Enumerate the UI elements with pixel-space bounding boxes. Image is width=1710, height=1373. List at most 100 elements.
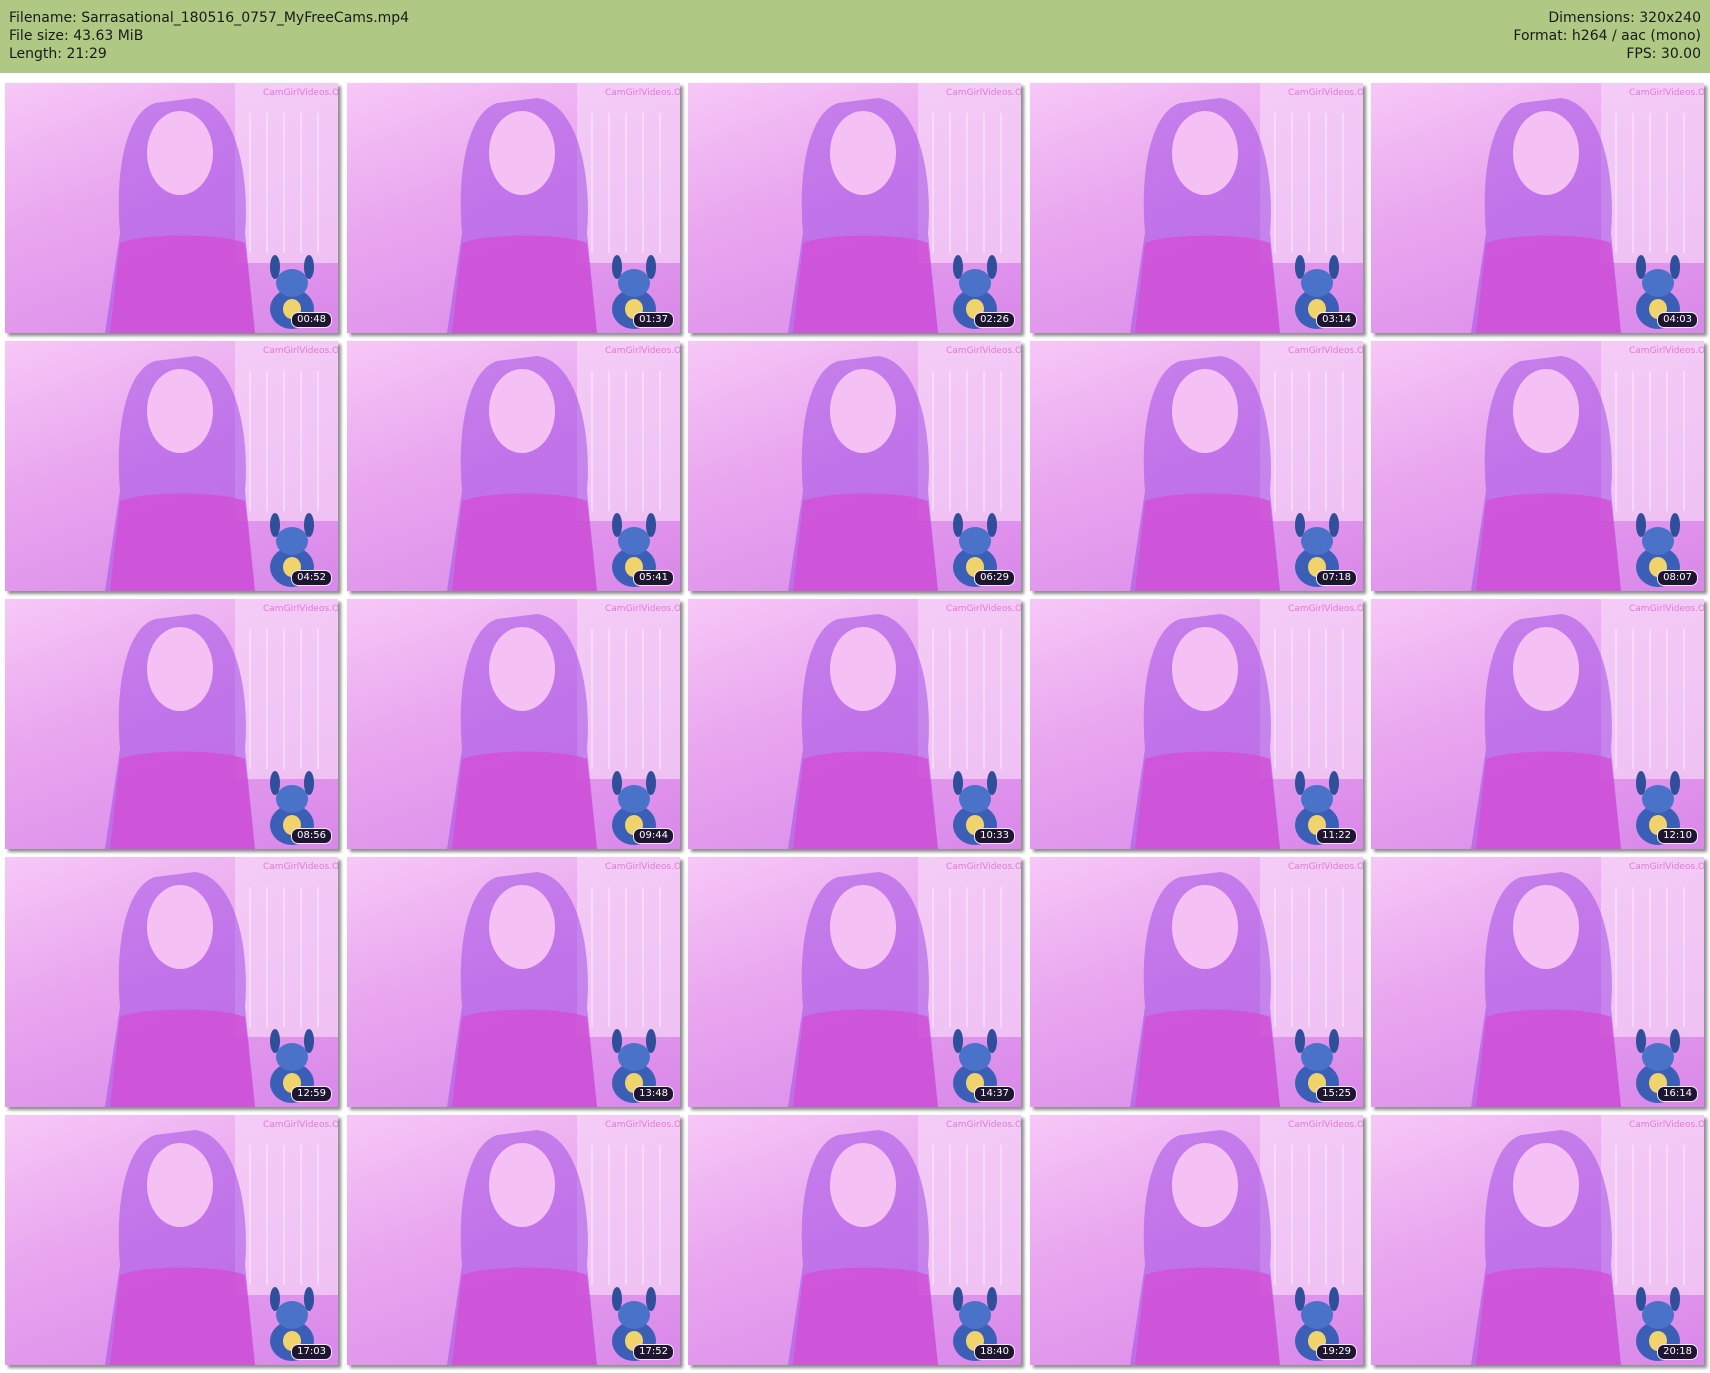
thumbnail-image: CamGirlVideos.Org: [447, 857, 680, 1107]
thumbnail-image: CamGirlVideos.Org: [1471, 341, 1704, 591]
video-thumbnail[interactable]: CamGirlVideos.Org 01:37: [347, 83, 680, 333]
thumbnail-image: CamGirlVideos.Org: [1130, 599, 1363, 849]
thumbnail-image: CamGirlVideos.Org: [1471, 83, 1704, 333]
thumbnail-image: CamGirlVideos.Org: [447, 83, 680, 333]
timestamp-badge: 20:18: [1657, 1344, 1698, 1360]
timestamp-badge: 16:14: [1657, 1086, 1698, 1102]
timestamp-badge: 04:52: [291, 570, 332, 586]
svg-text:CamGirlVideos.Org: CamGirlVideos.Org: [946, 1120, 1021, 1130]
thumbnail-image: CamGirlVideos.Org: [788, 341, 1021, 591]
timestamp-badge: 01:37: [633, 312, 674, 328]
video-thumbnail[interactable]: CamGirlVideos.Org 07:18: [1030, 341, 1363, 591]
video-thumbnail[interactable]: CamGirlVideos.Org 12:10: [1371, 599, 1704, 849]
timestamp-badge: 09:44: [633, 828, 674, 844]
thumbnail-image: CamGirlVideos.Org: [1130, 857, 1363, 1107]
timestamp-badge: 03:14: [1316, 312, 1357, 328]
svg-text:CamGirlVideos.Org: CamGirlVideos.Org: [263, 1120, 338, 1130]
video-thumbnail[interactable]: CamGirlVideos.Org 04:52: [5, 341, 338, 591]
filesize-text: File size: 43.63 MiB: [9, 28, 144, 44]
video-thumbnail[interactable]: CamGirlVideos.Org 17:52: [347, 1115, 680, 1365]
svg-text:CamGirlVideos.Org: CamGirlVideos.Org: [605, 604, 680, 614]
video-thumbnail[interactable]: CamGirlVideos.Org 13:48: [347, 857, 680, 1107]
svg-text:CamGirlVideos.Org: CamGirlVideos.Org: [605, 346, 680, 356]
video-thumbnail[interactable]: CamGirlVideos.Org 00:48: [5, 83, 338, 333]
svg-text:CamGirlVideos.Org: CamGirlVideos.Org: [1288, 88, 1363, 98]
timestamp-badge: 05:41: [633, 570, 674, 586]
svg-text:CamGirlVideos.Org: CamGirlVideos.Org: [1288, 862, 1363, 872]
video-thumbnail[interactable]: CamGirlVideos.Org 03:14: [1030, 83, 1363, 333]
video-thumbnail[interactable]: CamGirlVideos.Org 17:03: [5, 1115, 338, 1365]
info-left: Filename: Sarrasational_180516_0757_MyFr…: [9, 9, 409, 63]
thumbnail-image: CamGirlVideos.Org: [1130, 341, 1363, 591]
video-thumbnail[interactable]: CamGirlVideos.Org 14:37: [688, 857, 1021, 1107]
thumbnail-image: CamGirlVideos.Org: [788, 83, 1021, 333]
video-thumbnail[interactable]: CamGirlVideos.Org 11:22: [1030, 599, 1363, 849]
length-text: Length: 21:29: [9, 46, 107, 62]
thumbnail-image: CamGirlVideos.Org: [1130, 1115, 1363, 1365]
video-thumbnail[interactable]: CamGirlVideos.Org 06:29: [688, 341, 1021, 591]
thumbnail-image: CamGirlVideos.Org: [105, 1115, 338, 1365]
svg-text:CamGirlVideos.Org: CamGirlVideos.Org: [1629, 88, 1704, 98]
thumbnail-image: CamGirlVideos.Org: [1130, 83, 1363, 333]
svg-text:CamGirlVideos.Org: CamGirlVideos.Org: [263, 346, 338, 356]
dimensions-text: Dimensions: 320x240: [1548, 10, 1701, 26]
video-thumbnail[interactable]: CamGirlVideos.Org 19:29: [1030, 1115, 1363, 1365]
thumbnail-image: CamGirlVideos.Org: [1471, 857, 1704, 1107]
svg-text:CamGirlVideos.Org: CamGirlVideos.Org: [263, 604, 338, 614]
timestamp-badge: 19:29: [1316, 1344, 1357, 1360]
svg-text:CamGirlVideos.Org: CamGirlVideos.Org: [605, 1120, 680, 1130]
timestamp-badge: 12:59: [291, 1086, 332, 1102]
svg-text:CamGirlVideos.Org: CamGirlVideos.Org: [946, 604, 1021, 614]
svg-text:CamGirlVideos.Org: CamGirlVideos.Org: [263, 862, 338, 872]
video-thumbnail[interactable]: CamGirlVideos.Org 08:56: [5, 599, 338, 849]
thumbnail-image: CamGirlVideos.Org: [788, 1115, 1021, 1365]
svg-text:CamGirlVideos.Org: CamGirlVideos.Org: [946, 88, 1021, 98]
svg-text:CamGirlVideos.Org: CamGirlVideos.Org: [1629, 862, 1704, 872]
video-thumbnail[interactable]: CamGirlVideos.Org 09:44: [347, 599, 680, 849]
timestamp-badge: 08:56: [291, 828, 332, 844]
thumbnail-image: CamGirlVideos.Org: [105, 857, 338, 1107]
timestamp-badge: 08:07: [1657, 570, 1698, 586]
format-text: Format: h264 / aac (mono): [1513, 28, 1701, 44]
svg-text:CamGirlVideos.Org: CamGirlVideos.Org: [1629, 346, 1704, 356]
thumbnail-image: CamGirlVideos.Org: [1471, 599, 1704, 849]
video-thumbnail[interactable]: CamGirlVideos.Org 20:18: [1371, 1115, 1704, 1365]
thumbnail-image: CamGirlVideos.Org: [447, 1115, 680, 1365]
timestamp-badge: 17:52: [633, 1344, 674, 1360]
info-right: Dimensions: 320x240 Format: h264 / aac (…: [1513, 9, 1701, 63]
thumbnail-image: CamGirlVideos.Org: [1471, 1115, 1704, 1365]
svg-text:CamGirlVideos.Org: CamGirlVideos.Org: [1288, 346, 1363, 356]
video-thumbnail[interactable]: CamGirlVideos.Org 15:25: [1030, 857, 1363, 1107]
thumbnail-image: CamGirlVideos.Org: [447, 341, 680, 591]
video-thumbnail[interactable]: CamGirlVideos.Org 10:33: [688, 599, 1021, 849]
svg-text:CamGirlVideos.Org: CamGirlVideos.Org: [946, 862, 1021, 872]
thumbnail-image: CamGirlVideos.Org: [788, 857, 1021, 1107]
thumbnail-image: CamGirlVideos.Org: [105, 83, 338, 333]
video-thumbnail[interactable]: CamGirlVideos.Org 02:26: [688, 83, 1021, 333]
timestamp-badge: 11:22: [1316, 828, 1357, 844]
svg-text:CamGirlVideos.Org: CamGirlVideos.Org: [1629, 1120, 1704, 1130]
svg-text:CamGirlVideos.Org: CamGirlVideos.Org: [605, 88, 680, 98]
svg-text:CamGirlVideos.Org: CamGirlVideos.Org: [1288, 604, 1363, 614]
thumbnail-image: CamGirlVideos.Org: [447, 599, 680, 849]
svg-text:CamGirlVideos.Org: CamGirlVideos.Org: [263, 88, 338, 98]
thumbnail-image: CamGirlVideos.Org: [788, 599, 1021, 849]
video-thumbnail[interactable]: CamGirlVideos.Org 05:41: [347, 341, 680, 591]
video-thumbnail[interactable]: CamGirlVideos.Org 16:14: [1371, 857, 1704, 1107]
timestamp-badge: 10:33: [974, 828, 1015, 844]
timestamp-badge: 02:26: [974, 312, 1015, 328]
video-thumbnail[interactable]: CamGirlVideos.Org 18:40: [688, 1115, 1021, 1365]
thumbnail-image: CamGirlVideos.Org: [105, 599, 338, 849]
svg-text:CamGirlVideos.Org: CamGirlVideos.Org: [1288, 1120, 1363, 1130]
timestamp-badge: 18:40: [974, 1344, 1015, 1360]
thumbnail-image: CamGirlVideos.Org: [105, 341, 338, 591]
svg-text:CamGirlVideos.Org: CamGirlVideos.Org: [1629, 604, 1704, 614]
video-thumbnail[interactable]: CamGirlVideos.Org 12:59: [5, 857, 338, 1107]
timestamp-badge: 07:18: [1316, 570, 1357, 586]
video-thumbnail[interactable]: CamGirlVideos.Org 04:03: [1371, 83, 1704, 333]
video-thumbnail[interactable]: CamGirlVideos.Org 08:07: [1371, 341, 1704, 591]
timestamp-badge: 13:48: [633, 1086, 674, 1102]
info-header: Filename: Sarrasational_180516_0757_MyFr…: [0, 0, 1710, 73]
timestamp-badge: 00:48: [291, 312, 332, 328]
filename-text: Filename: Sarrasational_180516_0757_MyFr…: [9, 10, 410, 26]
